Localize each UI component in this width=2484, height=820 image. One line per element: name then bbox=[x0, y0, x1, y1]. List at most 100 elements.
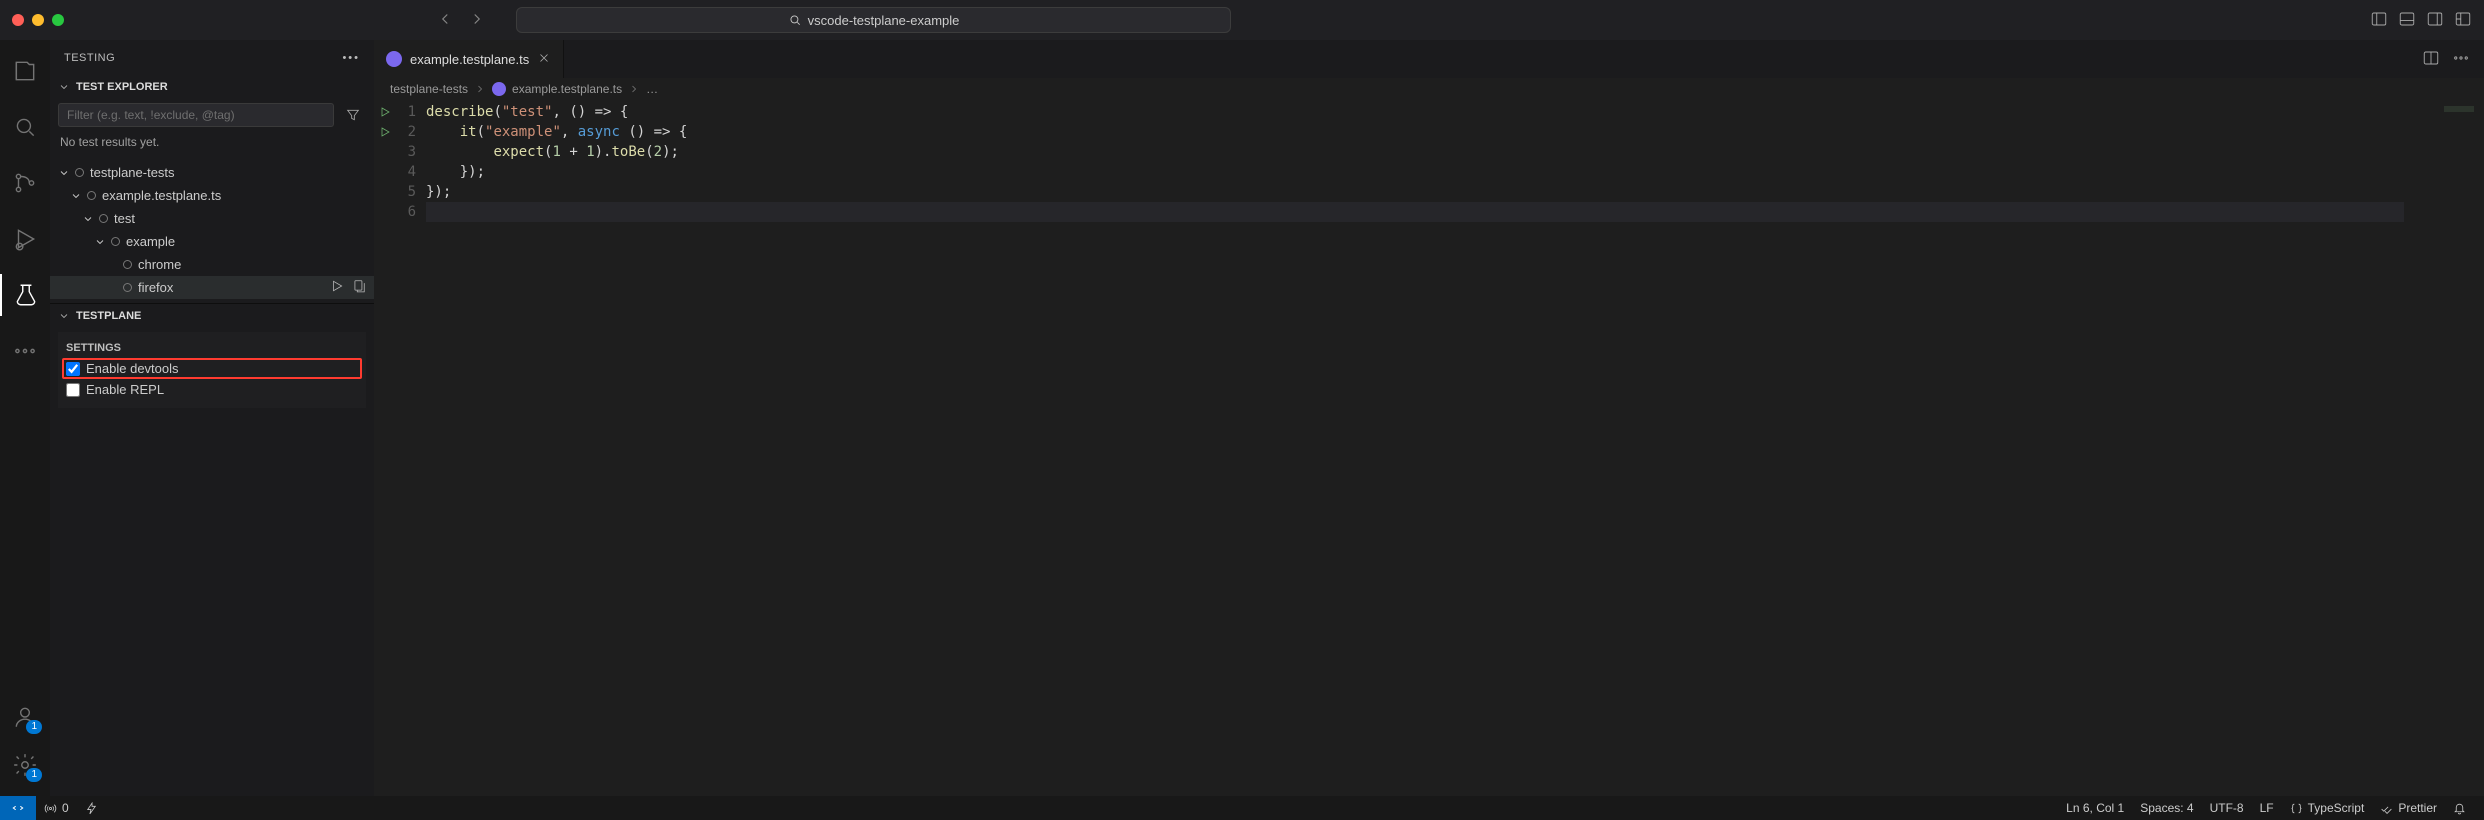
glyph-margin bbox=[374, 100, 396, 796]
accounts-icon[interactable]: 1 bbox=[0, 696, 50, 738]
window-controls bbox=[12, 14, 64, 26]
chevron-down-icon bbox=[58, 81, 70, 93]
tab-close-icon[interactable] bbox=[537, 51, 551, 68]
line-number: 2 bbox=[396, 122, 426, 142]
crumb-file[interactable]: example.testplane.ts bbox=[512, 82, 622, 96]
tree-browser-chrome[interactable]: chrome bbox=[50, 253, 374, 276]
testplane-settings: SETTINGS Enable devtools Enable REPL bbox=[58, 332, 366, 408]
code-content[interactable]: describe("test", () => { it("example", a… bbox=[426, 100, 2404, 796]
settings-badge: 1 bbox=[26, 768, 42, 782]
run-debug-view-icon[interactable] bbox=[0, 218, 50, 260]
sidebar-title: TESTING bbox=[64, 52, 115, 64]
goto-test-icon[interactable] bbox=[352, 279, 366, 296]
testing-view-icon[interactable] bbox=[0, 274, 50, 316]
chevron-down-icon bbox=[58, 310, 70, 322]
split-editor-icon[interactable] bbox=[2422, 49, 2440, 70]
close-window-icon[interactable] bbox=[12, 14, 24, 26]
tree-label: firefox bbox=[138, 280, 173, 295]
line-number-gutter: 1 2 3 4 5 6 bbox=[396, 100, 426, 796]
no-results-label: No test results yet. bbox=[50, 131, 374, 153]
search-icon bbox=[788, 13, 802, 27]
more-views-icon[interactable] bbox=[0, 330, 50, 372]
command-center[interactable]: vscode-testplane-example bbox=[516, 7, 1231, 33]
bell-icon bbox=[2453, 802, 2466, 815]
testplane-file-icon bbox=[492, 82, 506, 96]
test-explorer-title: TEST EXPLORER bbox=[76, 81, 168, 93]
setting-enable-repl[interactable]: Enable REPL bbox=[62, 379, 362, 400]
run-line-icon[interactable] bbox=[374, 122, 396, 142]
tree-label: chrome bbox=[138, 257, 181, 272]
chevron-down-icon bbox=[82, 213, 94, 225]
tab-label: example.testplane.ts bbox=[410, 52, 529, 67]
line-number: 3 bbox=[396, 142, 426, 162]
line-number: 6 bbox=[396, 202, 426, 222]
chevron-down-icon bbox=[58, 167, 70, 179]
tree-suite[interactable]: test bbox=[50, 207, 374, 230]
editor-group: example.testplane.ts testplane-tests exa… bbox=[374, 40, 2484, 796]
tree-browser-firefox[interactable]: firefox bbox=[50, 276, 374, 299]
zoom-window-icon[interactable] bbox=[52, 14, 64, 26]
filter-icon[interactable] bbox=[340, 103, 366, 127]
status-ring-icon bbox=[99, 214, 108, 223]
status-eol[interactable]: LF bbox=[2252, 801, 2282, 815]
setting-enable-devtools[interactable]: Enable devtools bbox=[62, 358, 362, 379]
status-language[interactable]: TypeScript bbox=[2282, 801, 2373, 815]
tree-file[interactable]: example.testplane.ts bbox=[50, 184, 374, 207]
testplane-file-icon bbox=[386, 51, 402, 67]
chevron-down-icon bbox=[70, 190, 82, 202]
line-number: 5 bbox=[396, 182, 426, 202]
status-run-task[interactable] bbox=[77, 802, 106, 815]
testing-sidebar: TESTING ••• TEST EXPLORER No test result… bbox=[50, 40, 374, 796]
layout-customize-icon[interactable] bbox=[2454, 10, 2472, 31]
line-number: 1 bbox=[396, 102, 426, 122]
status-ports[interactable]: 0 bbox=[36, 801, 77, 815]
toggle-panel-bottom-icon[interactable] bbox=[2398, 10, 2416, 31]
settings-gear-icon[interactable]: 1 bbox=[0, 744, 50, 786]
radio-tower-icon bbox=[44, 802, 57, 815]
devtools-checkbox[interactable] bbox=[66, 362, 80, 376]
settings-label: SETTINGS bbox=[62, 338, 362, 358]
status-ring-icon bbox=[87, 191, 96, 200]
tree-label: testplane-tests bbox=[90, 165, 175, 180]
crumb-more[interactable]: … bbox=[646, 82, 658, 96]
run-test-icon[interactable] bbox=[330, 279, 344, 296]
run-line-icon[interactable] bbox=[374, 102, 396, 122]
tree-label: example.testplane.ts bbox=[102, 188, 221, 203]
breadcrumb[interactable]: testplane-tests example.testplane.ts … bbox=[374, 78, 2484, 100]
minimize-window-icon[interactable] bbox=[32, 14, 44, 26]
nav-arrows bbox=[436, 10, 486, 31]
status-bell-icon[interactable] bbox=[2445, 801, 2474, 815]
editor-tab[interactable]: example.testplane.ts bbox=[374, 40, 564, 78]
testplane-section-header[interactable]: TESTPLANE bbox=[50, 304, 374, 328]
toggle-panel-right-icon[interactable] bbox=[2426, 10, 2444, 31]
minimap[interactable] bbox=[2404, 100, 2484, 796]
editor-tabbar: example.testplane.ts bbox=[374, 40, 2484, 78]
back-button[interactable] bbox=[436, 10, 454, 31]
status-cursor[interactable]: Ln 6, Col 1 bbox=[2058, 801, 2132, 815]
sidebar-more-icon[interactable]: ••• bbox=[342, 52, 360, 64]
status-indent[interactable]: Spaces: 4 bbox=[2132, 801, 2201, 815]
code-editor[interactable]: 1 2 3 4 5 6 describe("test", () => { it(… bbox=[374, 100, 2484, 796]
editor-more-icon[interactable] bbox=[2452, 49, 2470, 70]
crumb-folder[interactable]: testplane-tests bbox=[390, 82, 468, 96]
status-ring-icon bbox=[111, 237, 120, 246]
repl-checkbox[interactable] bbox=[66, 383, 80, 397]
test-explorer-header[interactable]: TEST EXPLORER bbox=[50, 75, 374, 99]
tree-label: example bbox=[126, 234, 175, 249]
forward-button[interactable] bbox=[468, 10, 486, 31]
toggle-panel-left-icon[interactable] bbox=[2370, 10, 2388, 31]
status-prettier[interactable]: Prettier bbox=[2372, 801, 2445, 815]
remote-indicator[interactable] bbox=[0, 796, 36, 820]
testplane-title: TESTPLANE bbox=[76, 310, 141, 322]
source-control-view-icon[interactable] bbox=[0, 162, 50, 204]
devtools-label: Enable devtools bbox=[86, 361, 179, 376]
test-filter-input[interactable] bbox=[58, 103, 334, 127]
tree-case[interactable]: example bbox=[50, 230, 374, 253]
status-encoding[interactable]: UTF-8 bbox=[2202, 801, 2252, 815]
braces-icon bbox=[2290, 802, 2303, 815]
explorer-view-icon[interactable] bbox=[0, 50, 50, 92]
tree-suite-root[interactable]: testplane-tests bbox=[50, 161, 374, 184]
status-bar: 0 Ln 6, Col 1 Spaces: 4 UTF-8 LF TypeScr… bbox=[0, 796, 2484, 820]
chevron-down-icon bbox=[94, 236, 106, 248]
search-view-icon[interactable] bbox=[0, 106, 50, 148]
